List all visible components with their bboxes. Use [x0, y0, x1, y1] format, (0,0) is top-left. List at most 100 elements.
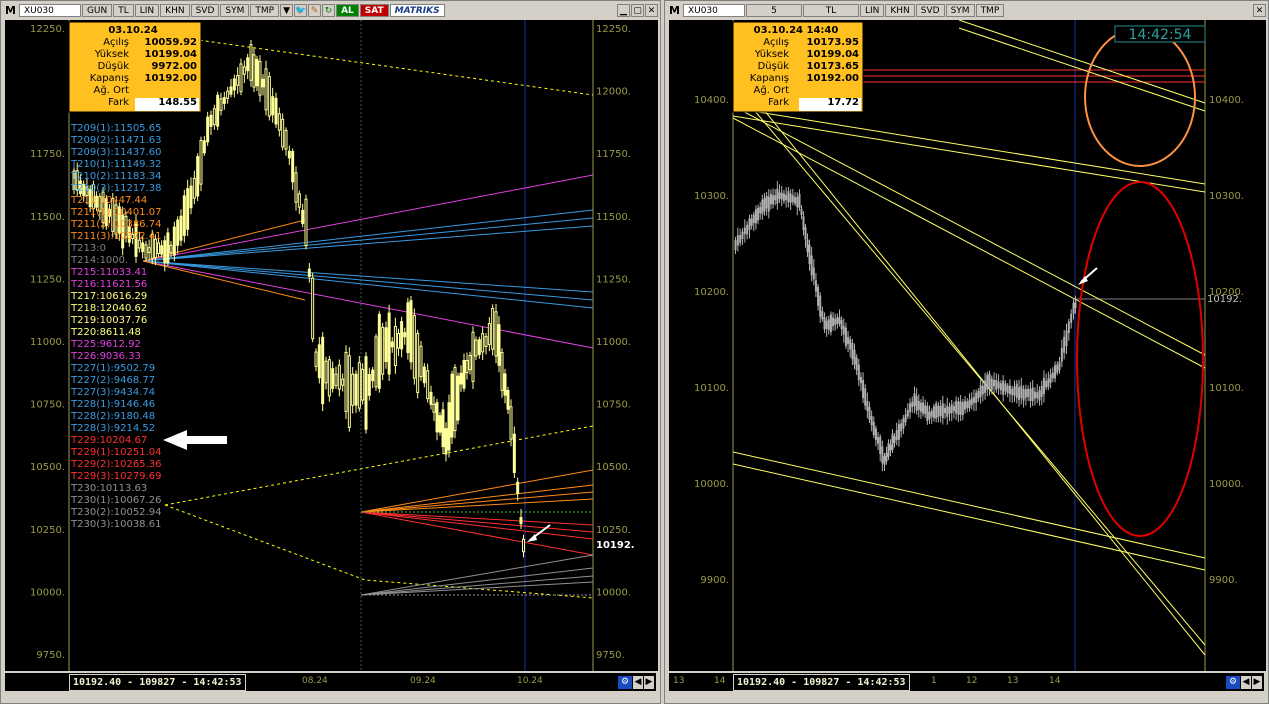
candle-body: [314, 351, 318, 367]
maximize-icon[interactable]: ▢: [631, 4, 644, 17]
scale-button[interactable]: LIN: [134, 4, 160, 17]
tmp-button[interactable]: TMP: [250, 4, 280, 17]
last-price-label: 10192.: [596, 540, 635, 551]
right-chart-canvas[interactable]: 10400. 10400.10300. 10300.10200. 10200.1010…: [669, 19, 1266, 671]
candle-body: [371, 369, 375, 382]
candle-body: [1056, 364, 1059, 373]
candle-body: [229, 86, 233, 95]
currency-button[interactable]: TL: [802, 4, 859, 17]
twitter-icon[interactable]: 🐦: [294, 4, 308, 17]
minimize-icon[interactable]: ▁: [617, 4, 630, 17]
svd-button[interactable]: SVD: [915, 4, 945, 17]
khn-button[interactable]: KHN: [160, 4, 190, 17]
x-tick-3: 12: [966, 676, 978, 686]
candle-body: [939, 405, 942, 416]
x-tick-1: 09.24: [410, 676, 436, 686]
candle-body: [271, 96, 275, 116]
sym-button[interactable]: SYM: [220, 4, 250, 17]
candle-body: [796, 196, 799, 208]
buy-button[interactable]: AL: [336, 4, 359, 17]
candle-body: [284, 129, 288, 150]
currency-button[interactable]: TL: [113, 4, 134, 17]
level-label: T219:10037.76: [70, 315, 147, 326]
menu-icon[interactable]: M: [667, 4, 682, 17]
candle-body: [902, 418, 905, 429]
candle-body: [986, 374, 989, 390]
candle-body: [400, 321, 404, 350]
sym-button[interactable]: SYM: [945, 4, 975, 17]
candle-body: [840, 320, 843, 330]
left-price-chart[interactable]: 12250. 12000. 11750. 11500. 11250. 11000. 1075…: [5, 20, 658, 671]
scroll-right-icon[interactable]: ▶: [644, 676, 654, 689]
candle-body: [917, 400, 920, 410]
candle-body: [972, 397, 975, 403]
last-price-label: 10192.: [1207, 294, 1242, 305]
info-label: Fark: [108, 97, 129, 108]
candle-body: [999, 383, 1002, 391]
scroll-left-icon[interactable]: ◀: [633, 676, 643, 689]
price-tick: 9900.: [1209, 575, 1238, 586]
svd-button[interactable]: SVD: [190, 4, 220, 17]
candle-body: [393, 326, 397, 367]
scroll-left-icon[interactable]: ◀: [1241, 676, 1251, 689]
candle-body: [862, 380, 865, 398]
tmp-button[interactable]: TMP: [975, 4, 1005, 17]
period-button[interactable]: 5: [745, 4, 802, 17]
menu-icon[interactable]: M: [3, 4, 18, 17]
candle-body: [206, 116, 210, 143]
candle-body: [426, 370, 430, 400]
sell-button[interactable]: SAT: [359, 4, 389, 17]
candle-body: [1051, 372, 1054, 379]
candle-body: [189, 185, 193, 209]
info-label: Yüksek: [94, 49, 129, 60]
candle-body: [772, 195, 775, 205]
candle-body: [459, 372, 463, 385]
candle-body: [519, 517, 523, 525]
candle-body: [397, 333, 400, 349]
ohlc-info-box: 03.10.24 Açılış 10059.92 Yüksek 10199.04 Düş…: [68, 21, 202, 113]
left-chart-canvas[interactable]: 12250. 12000. 11750. 11500. 11250. 11000. 1075…: [5, 20, 658, 671]
candle-body: [509, 406, 513, 440]
candle-body: [412, 315, 416, 379]
settings-icon[interactable]: ⚙: [1226, 676, 1240, 689]
candle-body: [474, 339, 478, 357]
scroll-right-icon[interactable]: ▶: [1252, 676, 1262, 689]
candle-body: [403, 332, 407, 338]
price-tick: 10300.: [1209, 191, 1244, 202]
right-price-scale: 10400. 10400.10300. 10300.10200. 10200.1010…: [694, 95, 1244, 586]
candle-body: [791, 195, 794, 203]
candle-body: [919, 402, 922, 412]
right-price-chart[interactable]: 10400. 10400. 10300. 10300. 10200. 10200. 1010…: [669, 19, 1266, 671]
highlight-ellipse-red: [1076, 181, 1204, 537]
close-icon[interactable]: ✕: [645, 4, 658, 17]
settings-icon[interactable]: ⚙: [618, 676, 632, 689]
candle-body: [347, 355, 351, 428]
close-icon[interactable]: ✕: [1253, 4, 1266, 17]
candle-body: [419, 345, 423, 378]
candle-body: [144, 244, 148, 259]
price-tick: 10300.: [694, 191, 729, 202]
candle-body: [855, 357, 858, 371]
symbol-field[interactable]: XU030: [682, 4, 745, 17]
dropdown-icon[interactable]: ▼: [280, 4, 294, 17]
price-tick: 10200.: [694, 287, 729, 298]
candle-body: [236, 75, 240, 86]
khn-button[interactable]: KHN: [885, 4, 915, 17]
candle-body: [361, 368, 365, 401]
trend-channel-mid: [164, 425, 594, 506]
x-tick-0: 13: [673, 676, 685, 686]
price-tick: 10750.: [596, 400, 631, 411]
period-button[interactable]: GUN: [81, 4, 113, 17]
candle-body: [995, 379, 998, 390]
price-tick: 11000.: [596, 337, 631, 348]
price-tick: 10400.: [694, 95, 729, 106]
refresh-icon[interactable]: ↻: [322, 4, 336, 17]
candle-body: [761, 199, 764, 215]
symbol-field[interactable]: XU030: [18, 4, 81, 17]
candle-body: [741, 231, 744, 240]
candle-body: [331, 368, 335, 389]
scale-button[interactable]: LIN: [859, 4, 885, 17]
candle-body: [981, 385, 984, 395]
candle-body: [1038, 390, 1041, 401]
edit-icon[interactable]: ✎: [308, 4, 322, 17]
